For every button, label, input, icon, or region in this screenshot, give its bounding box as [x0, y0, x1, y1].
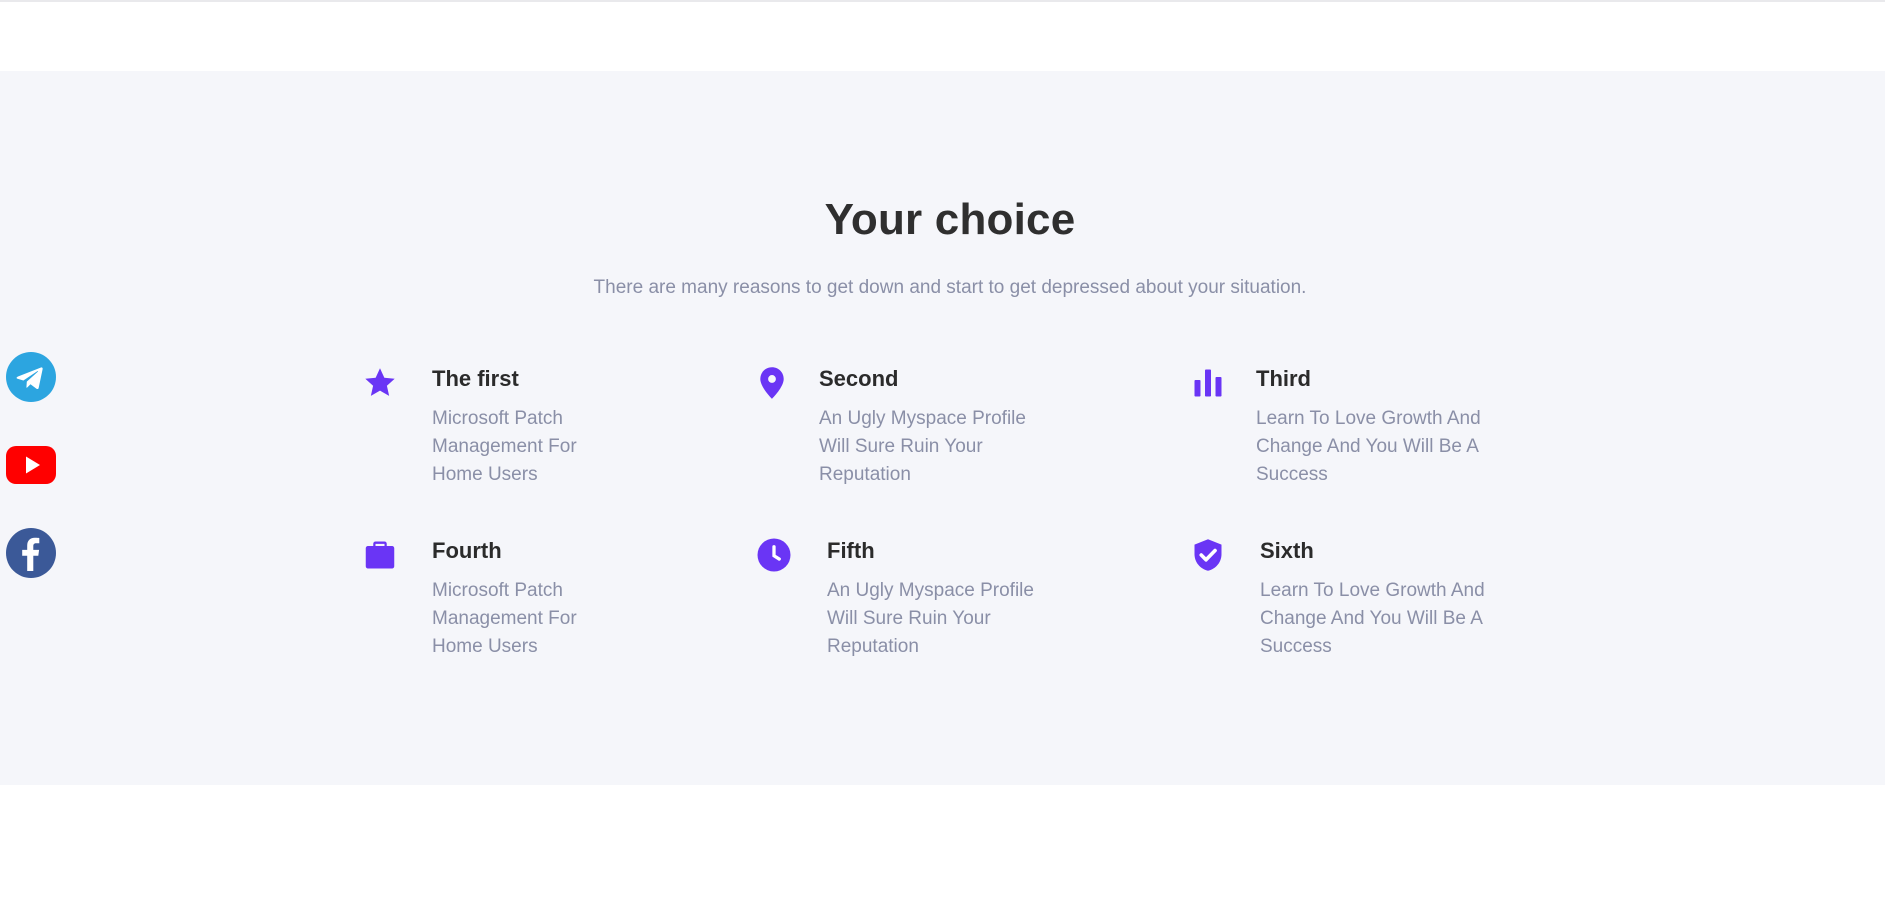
feature-title: Second [819, 366, 899, 391]
feature-title: Sixth [1260, 538, 1314, 563]
feature-description: Learn To Love Growth And Change And You … [1256, 408, 1481, 485]
feature-item-third: Third Learn To Love Growth And Change An… [1190, 365, 1520, 495]
feature-description: An Ugly Myspace Profile Will Sure Ruin Y… [819, 408, 1026, 485]
feature-description: An Ugly Myspace Profile Will Sure Ruin Y… [827, 580, 1034, 657]
feature-title: Third [1256, 366, 1311, 391]
facebook-icon [6, 528, 56, 578]
facebook-button[interactable] [6, 528, 56, 578]
section-title: Your choice [824, 195, 1076, 244]
feature-item-second: Second An Ugly Myspace Profile Will Sure… [754, 365, 1074, 495]
feature-title: Fourth [432, 538, 502, 563]
map-pin-icon [754, 365, 790, 401]
feature-description: Microsoft Patch Management For Home User… [432, 580, 577, 657]
section-subtitle: There are many reasons to get down and s… [593, 277, 1307, 298]
youtube-button[interactable] [6, 440, 56, 490]
feature-item-sixth: Sixth Learn To Love Growth And Change An… [1190, 537, 1520, 667]
star-icon [362, 365, 398, 401]
bar-chart-icon [1190, 365, 1226, 401]
feature-title: Fifth [827, 538, 875, 563]
top-divider [0, 0, 1885, 2]
feature-item-first: The first Microsoft Patch Management For… [362, 365, 652, 495]
telegram-button[interactable] [6, 352, 56, 402]
feature-description: Learn To Love Growth And Change And You … [1260, 580, 1485, 657]
briefcase-icon [362, 537, 398, 573]
clock-icon [756, 537, 792, 573]
feature-item-fifth: Fifth An Ugly Myspace Profile Will Sure … [756, 537, 1086, 667]
telegram-icon [6, 352, 56, 402]
youtube-icon [6, 446, 56, 484]
feature-description: Microsoft Patch Management For Home User… [432, 408, 577, 485]
feature-item-fourth: Fourth Microsoft Patch Management For Ho… [362, 537, 652, 667]
feature-title: The first [432, 366, 519, 391]
shield-check-icon [1190, 537, 1226, 573]
